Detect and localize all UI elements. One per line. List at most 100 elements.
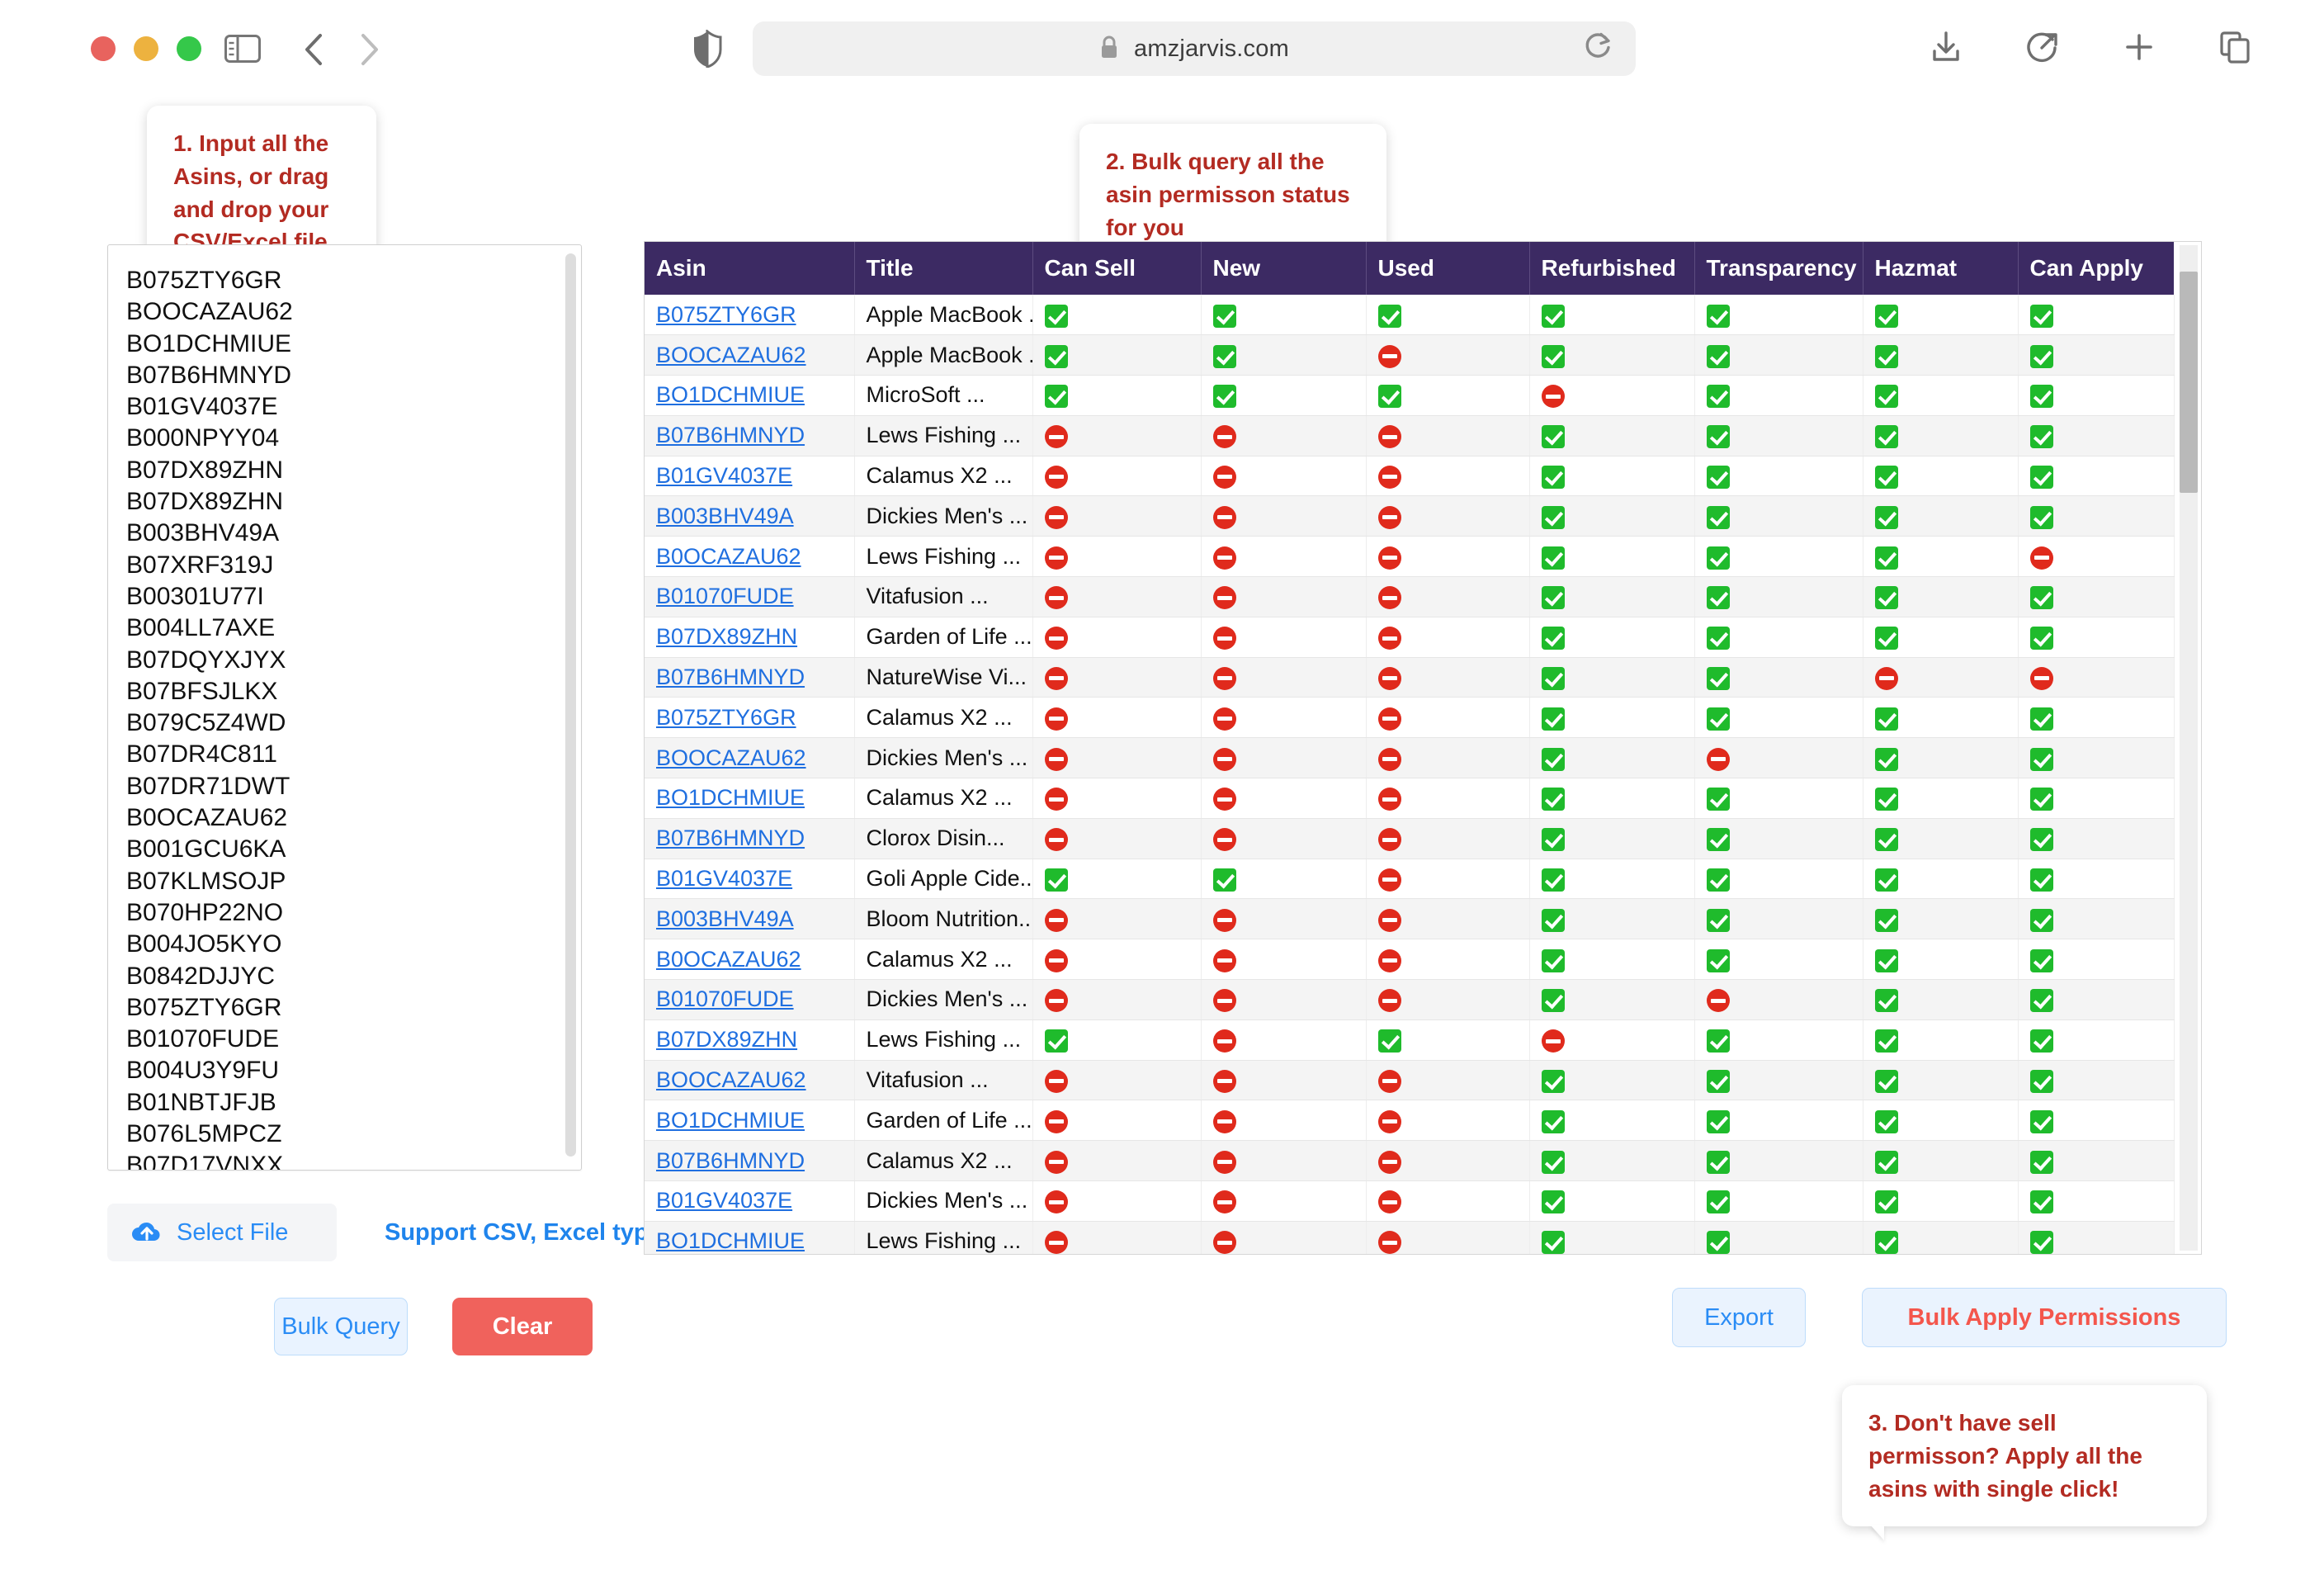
maximize-window-button[interactable] bbox=[177, 36, 201, 61]
cell-used bbox=[1366, 979, 1530, 1020]
cell-asin: B07DX89ZHN bbox=[645, 617, 855, 658]
plus-icon[interactable] bbox=[2123, 31, 2156, 68]
cell-can-apply bbox=[2018, 456, 2175, 497]
bulk-apply-permissions-button[interactable]: Bulk Apply Permissions bbox=[1862, 1288, 2227, 1347]
table-header-row: Asin Title Can Sell New Used Refurbished Trans… bbox=[645, 242, 2174, 295]
cell-new bbox=[1201, 415, 1367, 456]
asin-link[interactable]: B07B6HMNYD bbox=[656, 665, 805, 689]
asin-link[interactable]: BOOCAZAU62 bbox=[656, 1067, 806, 1092]
asin-link[interactable]: B01070FUDE bbox=[656, 584, 794, 608]
check-allowed-icon bbox=[1706, 546, 1730, 570]
cell-hazmat bbox=[1863, 1019, 2019, 1061]
blocked-not-allowed-icon bbox=[1377, 707, 1401, 731]
table-column-header[interactable]: Transparency bbox=[1694, 242, 1863, 295]
table-column-header[interactable]: Can Apply bbox=[2018, 242, 2174, 295]
asin-link[interactable]: B07B6HMNYD bbox=[656, 1148, 805, 1173]
asin-link[interactable]: B01070FUDE bbox=[656, 986, 794, 1011]
sidebar-toggle-icon[interactable] bbox=[224, 35, 261, 63]
blocked-not-allowed-icon bbox=[1377, 1190, 1401, 1214]
blocked-not-allowed-icon bbox=[1044, 908, 1068, 932]
check-allowed-icon bbox=[1044, 385, 1068, 409]
check-allowed-icon bbox=[2029, 828, 2053, 852]
asin-link[interactable]: B07B6HMNYD bbox=[656, 423, 805, 447]
check-allowed-icon bbox=[1212, 868, 1236, 892]
check-allowed-icon bbox=[1541, 344, 1565, 368]
table-column-header[interactable]: New bbox=[1201, 242, 1367, 295]
asin-link[interactable]: B07DX89ZHN bbox=[656, 624, 797, 649]
asin-link[interactable]: BO1DCHMIUE bbox=[656, 382, 805, 407]
check-allowed-icon bbox=[1874, 948, 1898, 972]
asin-link[interactable]: BOOCAZAU62 bbox=[656, 745, 806, 770]
check-allowed-icon bbox=[1706, 304, 1730, 328]
asin-link[interactable]: B07B6HMNYD bbox=[656, 825, 805, 850]
table-column-header[interactable]: Can Sell bbox=[1032, 242, 1202, 295]
asin-link[interactable]: B003BHV49A bbox=[656, 504, 794, 528]
cell-refurbished bbox=[1529, 1221, 1695, 1254]
cell-can-sell bbox=[1032, 1140, 1202, 1182]
copy-tabs-icon[interactable] bbox=[2218, 30, 2251, 69]
cell-transparency bbox=[1694, 456, 1863, 497]
select-file-button[interactable]: Select File bbox=[107, 1204, 337, 1261]
cell-can-sell bbox=[1032, 898, 1202, 940]
table-column-header[interactable]: Title bbox=[854, 242, 1033, 295]
asin-input-textarea[interactable]: B075ZTY6GR BOOCAZAU62 BO1DCHMIUE B07B6HMNYD… bbox=[107, 244, 582, 1171]
reload-icon[interactable] bbox=[1585, 31, 1613, 67]
table-column-header[interactable]: Hazmat bbox=[1863, 242, 2019, 295]
asin-link[interactable]: B01GV4037E bbox=[656, 866, 792, 891]
blocked-not-allowed-icon bbox=[1044, 1150, 1068, 1174]
blocked-not-allowed-icon bbox=[1212, 586, 1236, 610]
cell-can-apply bbox=[2018, 898, 2175, 940]
cell-title: Lews Fishing ... bbox=[854, 1019, 1033, 1061]
asin-link[interactable]: B075ZTY6GR bbox=[656, 705, 796, 730]
asin-link[interactable]: BO1DCHMIUE bbox=[656, 1228, 805, 1253]
asin-link[interactable]: B0OCAZAU62 bbox=[656, 947, 801, 972]
cell-title: Garden of Life ... bbox=[854, 617, 1033, 658]
check-allowed-icon bbox=[2029, 304, 2053, 328]
cell-asin: BOOCAZAU62 bbox=[645, 1060, 855, 1101]
minimize-window-button[interactable] bbox=[134, 36, 158, 61]
asin-line: B07DQYXJYX bbox=[126, 646, 286, 674]
shield-icon[interactable] bbox=[692, 28, 723, 72]
cell-can-sell bbox=[1032, 536, 1202, 578]
asin-link[interactable]: B003BHV49A bbox=[656, 906, 794, 931]
back-chevron-icon[interactable] bbox=[302, 31, 327, 72]
asin-line: B01GV4037E bbox=[126, 393, 278, 421]
asin-link[interactable]: BOOCAZAU62 bbox=[656, 343, 806, 367]
cell-title: Apple MacBook ... bbox=[854, 295, 1033, 336]
bulk-query-button[interactable]: Bulk Query bbox=[274, 1298, 408, 1355]
cell-refurbished bbox=[1529, 495, 1695, 537]
cell-can-apply bbox=[2018, 1060, 2175, 1101]
clear-button[interactable]: Clear bbox=[452, 1298, 593, 1355]
asin-line: B07KLMSOJP bbox=[126, 867, 286, 895]
table-scrollbar-thumb[interactable] bbox=[2180, 272, 2198, 493]
check-allowed-icon bbox=[1874, 1231, 1898, 1254]
cell-refurbished bbox=[1529, 1100, 1695, 1142]
share-icon[interactable] bbox=[2025, 30, 2060, 69]
check-allowed-icon bbox=[2029, 1231, 2053, 1254]
asin-textarea-scrollbar[interactable] bbox=[565, 253, 576, 1157]
forward-chevron-icon[interactable] bbox=[357, 31, 381, 72]
check-allowed-icon bbox=[1706, 666, 1730, 690]
table-column-header[interactable]: Refurbished bbox=[1529, 242, 1695, 295]
cell-asin: B075ZTY6GR bbox=[645, 697, 855, 739]
download-icon[interactable] bbox=[1930, 30, 1963, 69]
cell-hazmat bbox=[1863, 939, 2019, 981]
asin-link[interactable]: B075ZTY6GR bbox=[656, 302, 796, 327]
asin-link[interactable]: B07DX89ZHN bbox=[656, 1027, 797, 1052]
asin-link[interactable]: B01GV4037E bbox=[656, 1188, 792, 1213]
table-column-header[interactable]: Asin bbox=[645, 242, 855, 295]
asin-link[interactable]: BO1DCHMIUE bbox=[656, 1108, 805, 1133]
close-window-button[interactable] bbox=[91, 36, 116, 61]
check-allowed-icon bbox=[1874, 1029, 1898, 1053]
address-bar[interactable]: amzjarvis.com bbox=[753, 21, 1636, 76]
cell-title: Lews Fishing ... bbox=[854, 536, 1033, 578]
table-row: B01070FUDE Dickies Men's ... bbox=[645, 979, 2175, 1020]
asin-link[interactable]: BO1DCHMIUE bbox=[656, 785, 805, 810]
export-button[interactable]: Export bbox=[1672, 1288, 1806, 1347]
asin-line: B079C5Z4WD bbox=[126, 709, 286, 737]
blocked-not-allowed-icon bbox=[1044, 788, 1068, 811]
cell-transparency bbox=[1694, 1019, 1863, 1061]
asin-link[interactable]: B0OCAZAU62 bbox=[656, 544, 801, 569]
asin-link[interactable]: B01GV4037E bbox=[656, 463, 792, 488]
table-column-header[interactable]: Used bbox=[1366, 242, 1530, 295]
